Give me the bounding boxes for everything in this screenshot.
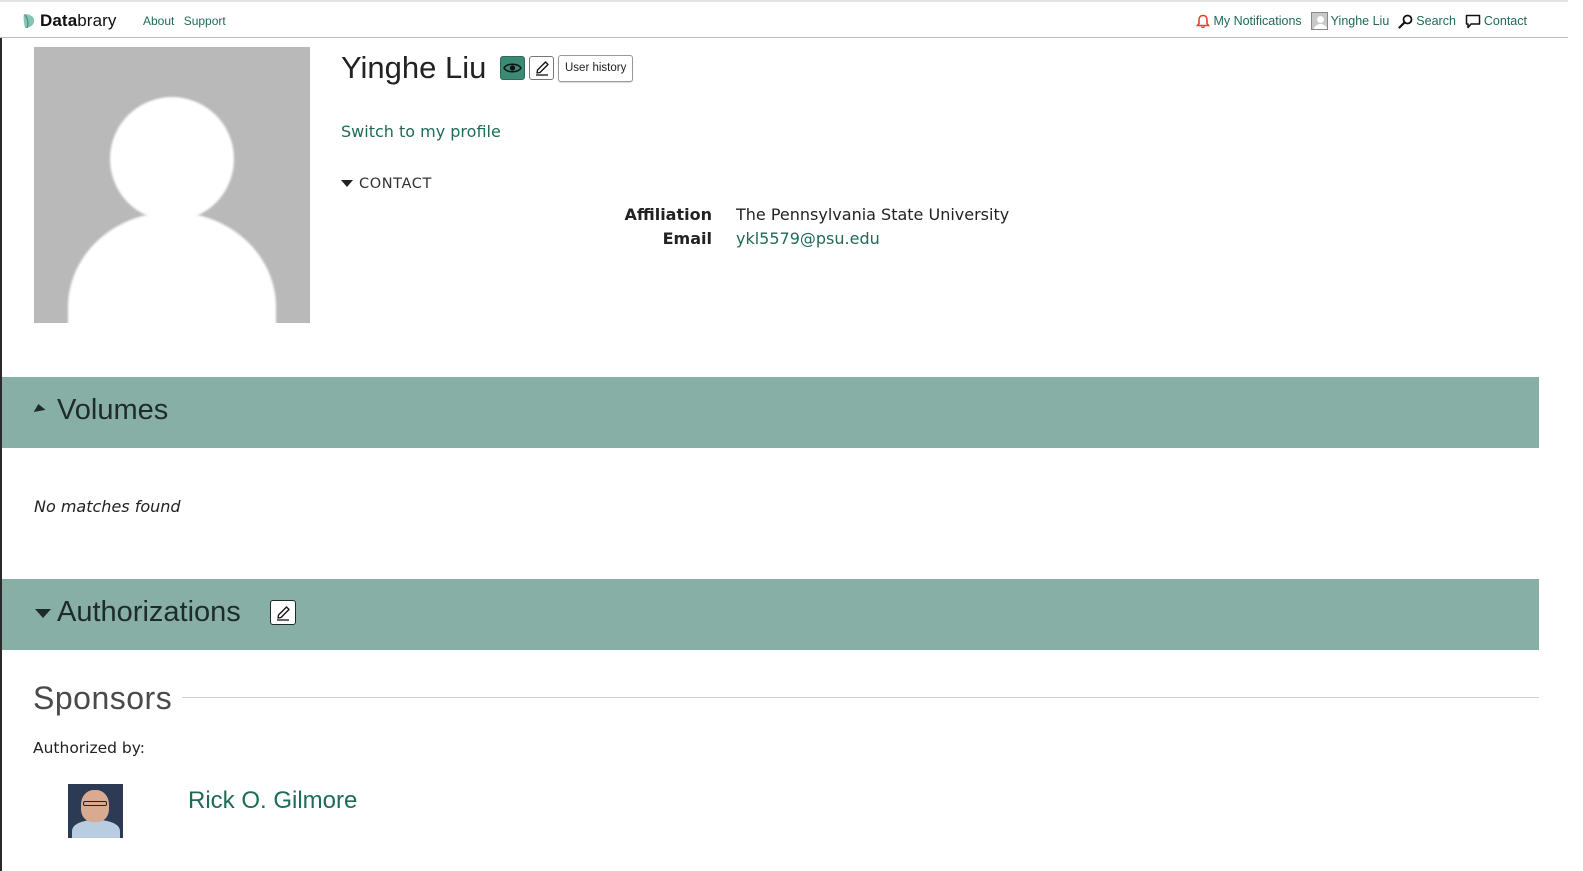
search-label: Search: [1416, 14, 1456, 28]
pencil-icon: [535, 61, 549, 76]
search-icon: [1398, 14, 1413, 29]
user-avatar-icon: [1310, 12, 1328, 30]
email-link[interactable]: ykl5579@psu.edu: [736, 229, 880, 248]
notifications-label: My Notifications: [1213, 14, 1302, 28]
edit-profile-button[interactable]: [529, 56, 554, 80]
volumes-section-header[interactable]: Volumes: [2, 377, 1539, 448]
speech-bubble-icon: [1465, 14, 1481, 28]
authorizations-title: Authorizations: [57, 596, 241, 628]
bell-icon: [1196, 14, 1211, 28]
volumes-title: Volumes: [57, 394, 169, 426]
sponsors-heading: Sponsors: [33, 680, 173, 716]
profile-avatar-placeholder: [34, 47, 310, 323]
user-history-button[interactable]: User history: [558, 55, 634, 82]
email-label: Email: [662, 229, 712, 248]
nav-link-support[interactable]: Support: [184, 14, 226, 28]
page-title: Yinghe Liu: [341, 50, 487, 85]
avatar-head-shape: [110, 97, 234, 221]
caret-down-icon: [341, 179, 353, 187]
eye-icon: [503, 63, 522, 73]
contact-link[interactable]: Contact: [1465, 14, 1527, 29]
databrary-leaf-icon: [23, 14, 35, 29]
pencil-icon: [277, 605, 290, 621]
affiliation-label: Affiliation: [624, 205, 712, 224]
notifications-link[interactable]: My Notifications: [1196, 14, 1302, 29]
nav-links: About Support: [143, 14, 232, 28]
affiliation-value: The Pennsylvania State University: [736, 205, 1010, 224]
avatar-body-shape: [68, 212, 276, 323]
brand-logo[interactable]: Databrary: [22, 10, 116, 32]
view-toggle-button[interactable]: [500, 56, 525, 80]
user-name-label: Yinghe Liu: [1330, 14, 1390, 28]
nav-user-menu: My Notifications Yinghe Liu Search Conta…: [1187, 12, 1527, 30]
edit-authorizations-button[interactable]: [270, 600, 296, 625]
user-profile-link[interactable]: Yinghe Liu: [1310, 12, 1390, 30]
authorizations-section-header[interactable]: Authorizations: [2, 579, 1539, 650]
sponsor-name-link[interactable]: Rick O. Gilmore: [188, 787, 357, 815]
caret-down-icon: [35, 609, 51, 618]
caret-up-icon: [32, 403, 46, 412]
switch-profile-link[interactable]: Switch to my profile: [341, 122, 501, 141]
nav-link-about[interactable]: About: [143, 14, 174, 28]
authorized-by-label: Authorized by:: [33, 739, 146, 757]
window-right-margin: [1568, 0, 1583, 871]
sponsor-avatar[interactable]: [68, 784, 123, 838]
contact-label: Contact: [1483, 14, 1527, 28]
window-left-border: [0, 38, 2, 871]
contact-heading: CONTACT: [359, 176, 432, 192]
contact-toggle[interactable]: CONTACT: [341, 176, 432, 192]
search-link[interactable]: Search: [1398, 14, 1456, 29]
sponsors-divider: [182, 697, 1539, 698]
volumes-empty-text: No matches found: [34, 497, 181, 516]
top-navbar: Databrary About Support My Notifications…: [0, 0, 1568, 38]
brand-name: Databrary: [40, 11, 117, 30]
